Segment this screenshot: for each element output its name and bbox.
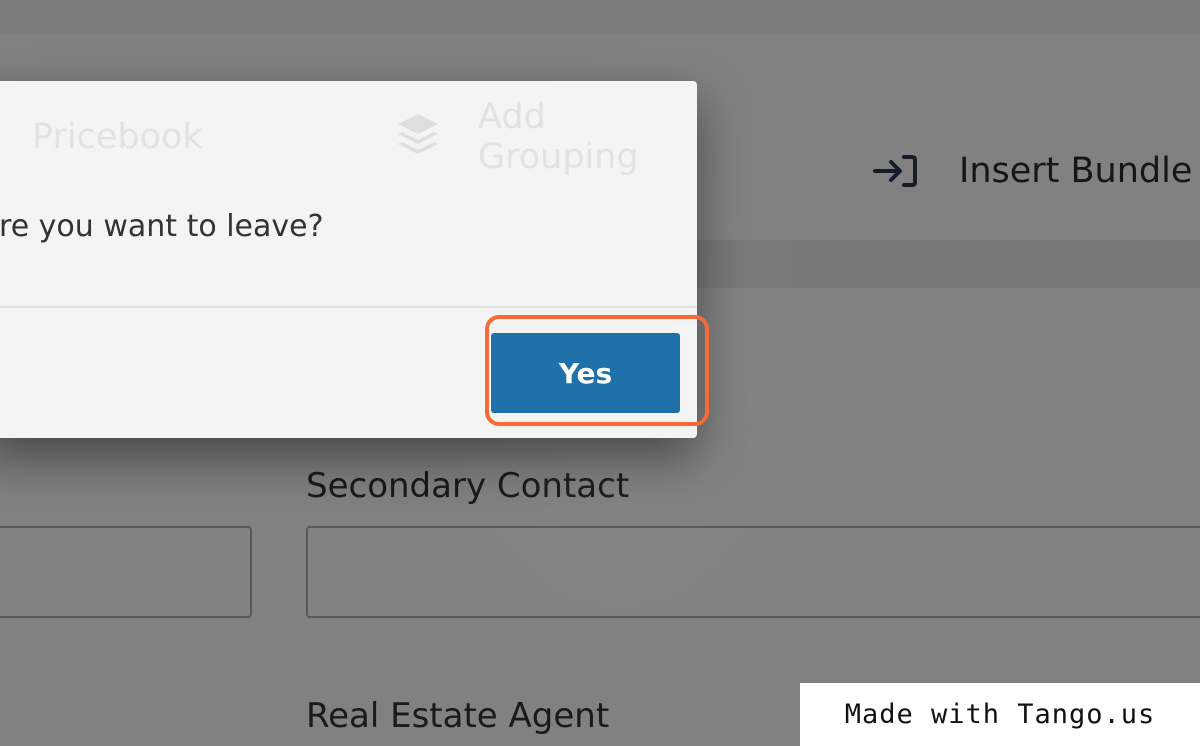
dialog-message: ure you want to leave? [0, 209, 324, 244]
dialog-header-ghost: Pricebook Add Grouping [0, 81, 697, 189]
add-grouping-label: Add Grouping [478, 97, 639, 177]
leave-confirm-dialog: Pricebook Add Grouping ure you want to l… [0, 81, 697, 438]
pricebook-ghost: Pricebook [32, 117, 203, 157]
tango-watermark: Made with Tango.us [800, 683, 1200, 746]
dialog-divider [0, 306, 697, 308]
layers-icon [396, 112, 440, 163]
add-grouping-ghost: Add Grouping [396, 97, 697, 177]
pricebook-label: Pricebook [32, 117, 203, 157]
yes-button[interactable]: Yes [491, 333, 680, 413]
